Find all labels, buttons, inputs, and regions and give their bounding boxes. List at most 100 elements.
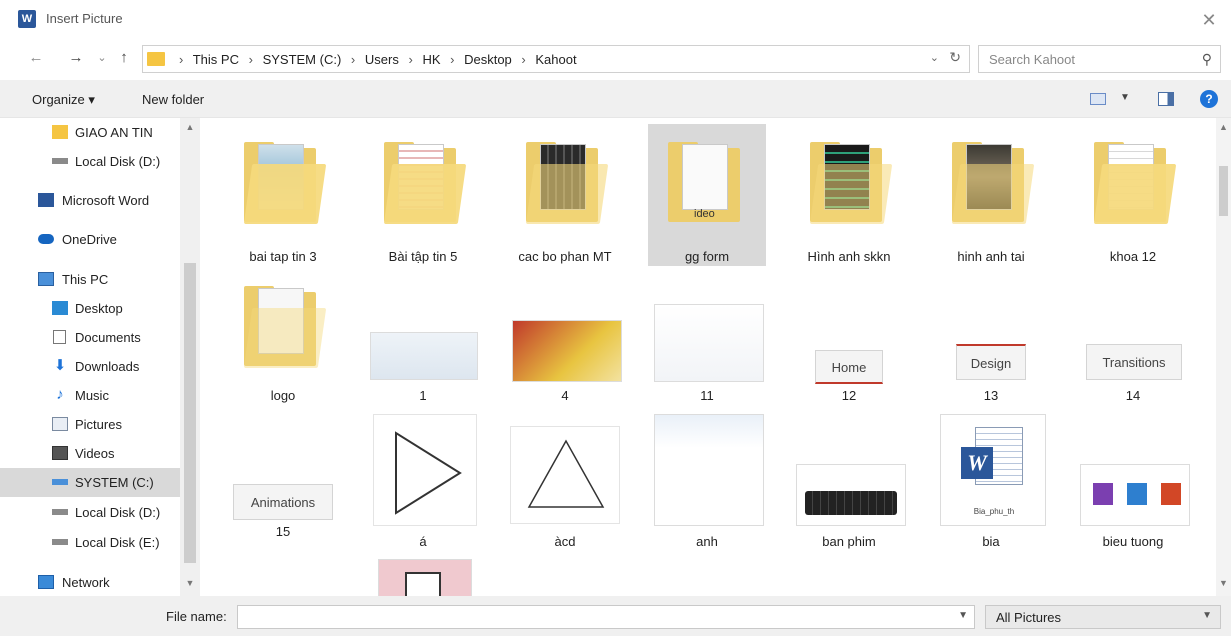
sidebar-item-downloads[interactable]: ⬇ Downloads <box>0 352 180 381</box>
sidebar-item-documents[interactable]: Documents <box>0 323 180 352</box>
sidebar-item-local-disk-d[interactable]: Local Disk (D:) <box>0 147 180 176</box>
sidebar-scrollbar[interactable]: ▲ ▼ <box>180 118 200 596</box>
sidebar-item-label: Local Disk (D:) <box>75 505 161 520</box>
scroll-thumb[interactable] <box>1219 166 1228 216</box>
image-13[interactable]: Design 13 <box>932 268 1050 410</box>
image-thumbnail <box>370 332 478 380</box>
folder-bai-tap-tin-5[interactable]: Bài tập tin 5 <box>364 124 482 266</box>
address-dropdown-icon[interactable]: ⌄ <box>930 51 939 64</box>
folder-hinh-anh-skkn[interactable]: Hình anh skkn <box>790 124 908 266</box>
sidebar-item-videos[interactable]: Videos <box>0 439 180 468</box>
sidebar-item-label: Videos <box>75 446 115 461</box>
folder-icon <box>951 138 1035 226</box>
forward-arrow-icon[interactable]: → <box>66 48 86 68</box>
title-bar: W Insert Picture ✕ <box>0 0 1231 40</box>
folder-cac-bo-phan-mt[interactable]: cac bo phan MT <box>506 124 624 266</box>
folder-preview-text: ideo <box>694 208 715 220</box>
chevron-right-icon: › <box>350 52 356 67</box>
content-scrollbar[interactable]: ▲ ▼ <box>1216 118 1231 596</box>
sidebar-item-local-disk-e[interactable]: Local Disk (E:) <box>0 528 180 557</box>
scroll-up-icon[interactable]: ▲ <box>1216 122 1231 132</box>
breadcrumb-kahoot[interactable]: Kahoot <box>535 52 576 67</box>
sidebar-item-desktop[interactable]: Desktop <box>0 294 180 323</box>
close-button[interactable]: ✕ <box>1195 6 1223 34</box>
file-label: cac bo phan MT <box>518 249 612 264</box>
breadcrumb-hk[interactable]: HK <box>422 52 440 67</box>
breadcrumb-this-pc[interactable]: This PC <box>193 52 239 67</box>
file-label: khoa 12 <box>1109 249 1157 264</box>
transitions-tab-thumbnail: Transitions <box>1086 344 1182 380</box>
file-name-input[interactable]: ▼ <box>237 605 975 629</box>
back-arrow-icon[interactable]: ← <box>26 48 46 68</box>
scroll-up-icon[interactable]: ▲ <box>180 122 200 132</box>
image-acd[interactable]: àcd <box>506 412 624 554</box>
chevron-right-icon: › <box>248 52 253 67</box>
file-label: Hình anh skkn <box>807 249 891 264</box>
up-arrow-icon[interactable]: ↑ <box>114 48 134 68</box>
breadcrumb-desktop[interactable]: Desktop <box>464 52 512 67</box>
breadcrumb-system-c[interactable]: SYSTEM (C:) <box>263 52 342 67</box>
file-type-filter[interactable]: All Pictures ▼ <box>985 605 1221 629</box>
sidebar-item-music[interactable]: ♪ Music <box>0 381 180 410</box>
new-folder-button[interactable]: New folder <box>142 92 204 107</box>
sidebar-item-microsoft-word[interactable]: Microsoft Word <box>0 186 180 215</box>
file-label: gg form <box>684 249 730 264</box>
file-label: bai tap tin 3 <box>249 249 317 264</box>
folder-gg-form[interactable]: ideo gg form <box>648 124 766 266</box>
change-view-icon[interactable] <box>1090 93 1106 105</box>
image-thumbnail <box>654 414 764 526</box>
file-label: 1 <box>419 388 427 403</box>
file-label: á <box>419 534 427 549</box>
scroll-down-icon[interactable]: ▼ <box>180 578 200 588</box>
image-12[interactable]: Home 12 <box>790 268 908 410</box>
chevron-down-icon[interactable]: ▼ <box>1202 610 1212 621</box>
sidebar-item-onedrive[interactable]: OneDrive <box>0 225 180 254</box>
folder-bai-tap-tin-3[interactable]: bai tap tin 3 <box>224 124 342 266</box>
image-15[interactable]: Animations 15 <box>224 412 342 554</box>
window-title: Insert Picture <box>46 11 123 26</box>
refresh-icon[interactable]: ↻ <box>949 49 961 66</box>
image-ban-phim[interactable]: ban phim <box>790 412 908 554</box>
file-label: 4 <box>561 388 569 403</box>
sidebar-item-system-c[interactable]: SYSTEM (C:) <box>0 468 180 497</box>
search-box[interactable]: Search Kahoot ⚲ <box>978 45 1221 73</box>
search-icon[interactable]: ⚲ <box>1202 51 1212 68</box>
image-bieu-tuong[interactable]: bieu tuong <box>1074 412 1192 554</box>
image-bia[interactable]: W Bia_phu_th bia <box>932 412 1050 554</box>
address-bar[interactable]: › This PC › SYSTEM (C:) › Users › HK › D… <box>142 45 970 73</box>
image-11[interactable]: 11 <box>648 268 766 410</box>
organize-button[interactable]: Organize ▾ <box>32 92 95 108</box>
image-a[interactable]: á <box>364 412 482 554</box>
image-4[interactable]: 4 <box>506 268 624 410</box>
sidebar-item-label: Music <box>75 388 109 403</box>
sidebar-item-pictures[interactable]: Pictures <box>0 410 180 439</box>
sidebar-item-local-disk-d-2[interactable]: Local Disk (D:) <box>0 498 180 527</box>
word-app-icon: W <box>18 10 36 28</box>
breadcrumb-users[interactable]: Users <box>365 52 399 67</box>
chevron-right-icon: › <box>521 52 526 67</box>
file-label: ban phim <box>822 534 876 549</box>
sidebar-item-this-pc[interactable]: This PC <box>0 265 180 294</box>
folder-hinh-anh-tai[interactable]: hinh anh tai <box>932 124 1050 266</box>
image-14[interactable]: Transitions 14 <box>1074 268 1192 410</box>
view-options-dropdown-icon[interactable]: ▼ <box>1120 92 1130 103</box>
recent-locations-chevron-icon[interactable]: ⌄ <box>92 48 112 68</box>
image-partial[interactable] <box>364 556 482 596</box>
scroll-thumb[interactable] <box>184 263 196 563</box>
folder-icon: ideo <box>668 138 746 226</box>
desktop-icon <box>52 301 68 315</box>
chevron-down-icon[interactable]: ▼ <box>958 610 968 621</box>
image-1[interactable]: 1 <box>364 268 482 410</box>
preview-pane-icon[interactable] <box>1158 92 1174 106</box>
image-thumbnail <box>654 304 764 382</box>
search-input[interactable]: Search Kahoot <box>989 52 1075 67</box>
help-icon[interactable]: ? <box>1200 90 1218 108</box>
folder-khoa-12[interactable]: khoa 12 <box>1074 124 1192 266</box>
pc-icon <box>38 272 54 286</box>
sidebar-item-network[interactable]: Network <box>0 568 180 597</box>
image-anh[interactable]: anh <box>648 412 766 554</box>
sidebar-item-giao-an-tin[interactable]: GIAO AN TIN <box>0 118 180 147</box>
home-tab-thumbnail: Home <box>815 350 883 384</box>
scroll-down-icon[interactable]: ▼ <box>1216 578 1231 588</box>
folder-logo[interactable]: logo <box>224 268 342 410</box>
